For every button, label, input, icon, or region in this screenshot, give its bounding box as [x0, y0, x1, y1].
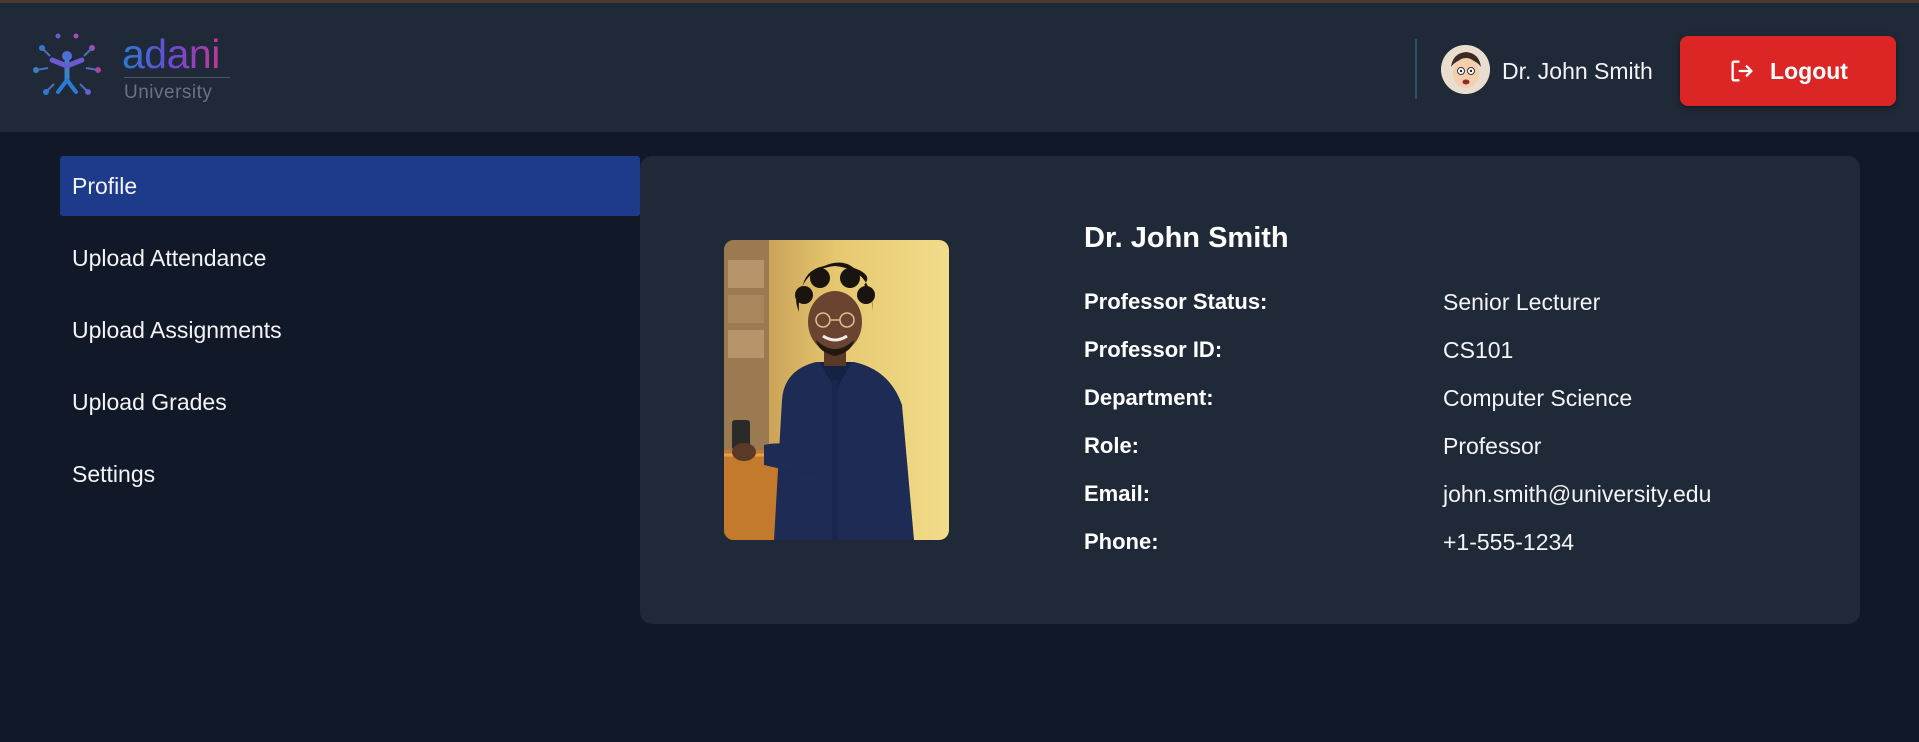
- user-avatar[interactable]: [1441, 45, 1490, 94]
- profile-card: Dr. John Smith Professor Status: Senior …: [640, 156, 1860, 624]
- detail-label: Professor Status:: [1084, 289, 1268, 314]
- profile-photo: [724, 240, 949, 540]
- sidebar-item-label: Profile: [72, 172, 138, 199]
- sidebar-item-label: Upload Attendance: [72, 244, 267, 271]
- detail-row-role: Role: Professor: [1084, 422, 1824, 470]
- detail-value: CS101: [1443, 336, 1514, 363]
- profile-name: Dr. John Smith: [1084, 222, 1289, 254]
- logo-wordmark: adani: [122, 31, 220, 77]
- sidebar-item-settings[interactable]: Settings: [60, 444, 640, 504]
- logo-subtitle: University: [124, 82, 213, 103]
- sidebar-item-upload-assignments[interactable]: Upload Assignments: [60, 300, 640, 360]
- sidebar-item-label: Settings: [72, 460, 156, 487]
- sidebar-item-profile[interactable]: Profile: [60, 156, 640, 216]
- detail-value: john.smith@university.edu: [1443, 480, 1712, 507]
- sidebar-nav: Profile Upload Attendance Upload Assignm…: [60, 156, 640, 516]
- user-name: Dr. John Smith: [1502, 58, 1653, 84]
- detail-label: Department:: [1084, 385, 1214, 410]
- detail-value: Professor: [1443, 432, 1542, 459]
- logout-button[interactable]: Logout: [1680, 36, 1896, 106]
- detail-row-phone: Phone: +1-555-1234: [1084, 518, 1824, 566]
- detail-row-department: Department: Computer Science: [1084, 374, 1824, 422]
- sidebar-item-upload-attendance[interactable]: Upload Attendance: [60, 228, 640, 288]
- sidebar-item-upload-grades[interactable]: Upload Grades: [60, 372, 640, 432]
- detail-label: Email:: [1084, 481, 1151, 506]
- detail-label: Professor ID:: [1084, 337, 1223, 362]
- top-bar: adani University Dr. John Smith Logout: [0, 3, 1919, 132]
- detail-value: Computer Science: [1443, 384, 1633, 411]
- detail-value: +1-555-1234: [1443, 528, 1575, 555]
- logo-divider: [124, 77, 230, 78]
- detail-label: Role:: [1084, 433, 1139, 458]
- header-divider: [1415, 39, 1417, 99]
- cartoon-avatar-icon: [1441, 45, 1490, 94]
- logout-arrow-icon: [1731, 60, 1753, 82]
- detail-row-email: Email: john.smith@university.edu: [1084, 470, 1824, 518]
- sidebar-item-label: Upload Grades: [72, 388, 227, 415]
- detail-row-id: Professor ID: CS101: [1084, 326, 1824, 374]
- detail-value: Senior Lecturer: [1443, 288, 1601, 315]
- profile-details: Dr. John Smith Professor Status: Senior …: [1084, 218, 1824, 566]
- logout-label: Logout: [1770, 57, 1848, 84]
- profile-photo-image: [724, 240, 949, 540]
- detail-row-status: Professor Status: Senior Lecturer: [1084, 278, 1824, 326]
- sidebar-item-label: Upload Assignments: [72, 316, 282, 343]
- detail-label: Phone:: [1084, 529, 1159, 554]
- university-logo[interactable]: adani University: [30, 30, 240, 110]
- logo-emblem-icon: [33, 33, 101, 95]
